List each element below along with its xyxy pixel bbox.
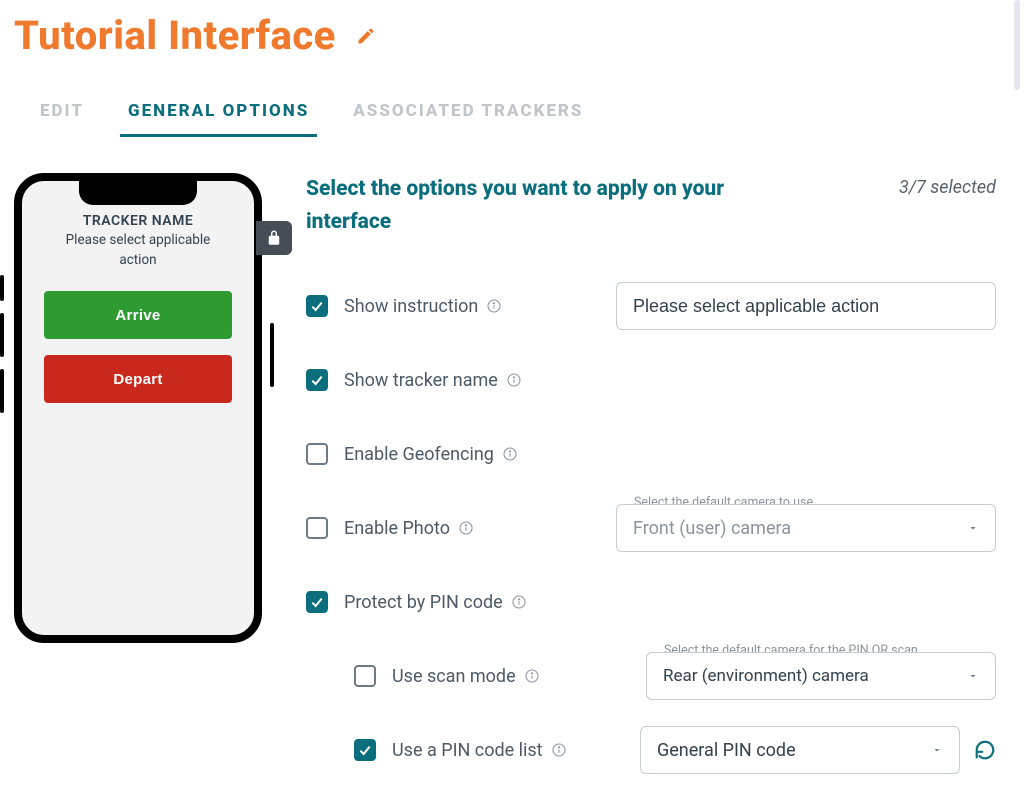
checkbox-enable-geofencing[interactable] (306, 443, 328, 465)
pin-scan-camera-value: Rear (environment) camera (663, 666, 869, 686)
label-protect-pin: Protect by PIN code (344, 592, 503, 613)
label-enable-geofencing: Enable Geofencing (344, 444, 494, 465)
label-use-pin-list: Use a PIN code list (392, 740, 543, 761)
page-title: Tutorial Interface (14, 12, 336, 59)
checkbox-use-pin-list[interactable] (354, 739, 376, 761)
pin-list-select[interactable]: General PIN code (640, 726, 960, 774)
instruction-input[interactable] (616, 282, 996, 330)
lock-icon[interactable] (256, 221, 292, 255)
chevron-down-icon (931, 744, 943, 756)
camera-select[interactable]: Front (user) camera (616, 504, 996, 552)
chevron-down-icon (967, 522, 979, 534)
phone-notch (79, 179, 197, 205)
chevron-down-icon (967, 670, 979, 682)
preview-tracker-name: TRACKER NAME (34, 213, 242, 229)
scrollbar-track[interactable] (1014, 0, 1020, 90)
pin-list-select-value: General PIN code (657, 740, 796, 761)
info-icon[interactable] (458, 520, 474, 536)
checkbox-show-instruction[interactable] (306, 295, 328, 317)
info-icon[interactable] (506, 372, 522, 388)
info-icon[interactable] (502, 446, 518, 462)
checkbox-enable-photo[interactable] (306, 517, 328, 539)
label-use-scan-mode: Use scan mode (392, 666, 516, 687)
tab-general-options[interactable]: GENERAL OPTIONS (126, 95, 311, 127)
preview-instruction-line: Please select applicable (34, 231, 242, 249)
phone-side-button (270, 323, 274, 387)
preview-depart-button: Depart (44, 355, 232, 403)
info-icon[interactable] (551, 742, 567, 758)
pin-scan-camera-select[interactable]: Rear (environment) camera (646, 652, 996, 700)
preview-arrive-button: Arrive (44, 291, 232, 339)
section-title: Select the options you want to apply on … (306, 173, 726, 238)
label-enable-photo: Enable Photo (344, 518, 450, 539)
camera-select-value: Front (user) camera (633, 518, 791, 539)
phone-side-button (0, 369, 4, 413)
tab-bar: EDIT GENERAL OPTIONS ASSOCIATED TRACKERS (0, 59, 1024, 127)
phone-side-button (0, 275, 4, 301)
info-icon[interactable] (524, 668, 540, 684)
checkbox-protect-pin[interactable] (306, 591, 328, 613)
phone-preview: TRACKER NAME Please select applicable ac… (12, 173, 262, 643)
checkbox-show-tracker-name[interactable] (306, 369, 328, 391)
label-show-tracker-name: Show tracker name (344, 370, 498, 391)
tab-edit[interactable]: EDIT (38, 95, 86, 127)
pencil-icon[interactable] (356, 26, 376, 46)
selected-count: 3/7 selected (899, 173, 996, 198)
tab-associated-trackers[interactable]: ASSOCIATED TRACKERS (351, 95, 585, 127)
info-icon[interactable] (486, 298, 502, 314)
refresh-icon[interactable] (974, 739, 996, 761)
checkbox-use-scan-mode[interactable] (354, 665, 376, 687)
info-icon[interactable] (511, 594, 527, 610)
phone-side-button (0, 313, 4, 357)
preview-instruction-line: action (34, 251, 242, 269)
label-show-instruction: Show instruction (344, 296, 478, 317)
